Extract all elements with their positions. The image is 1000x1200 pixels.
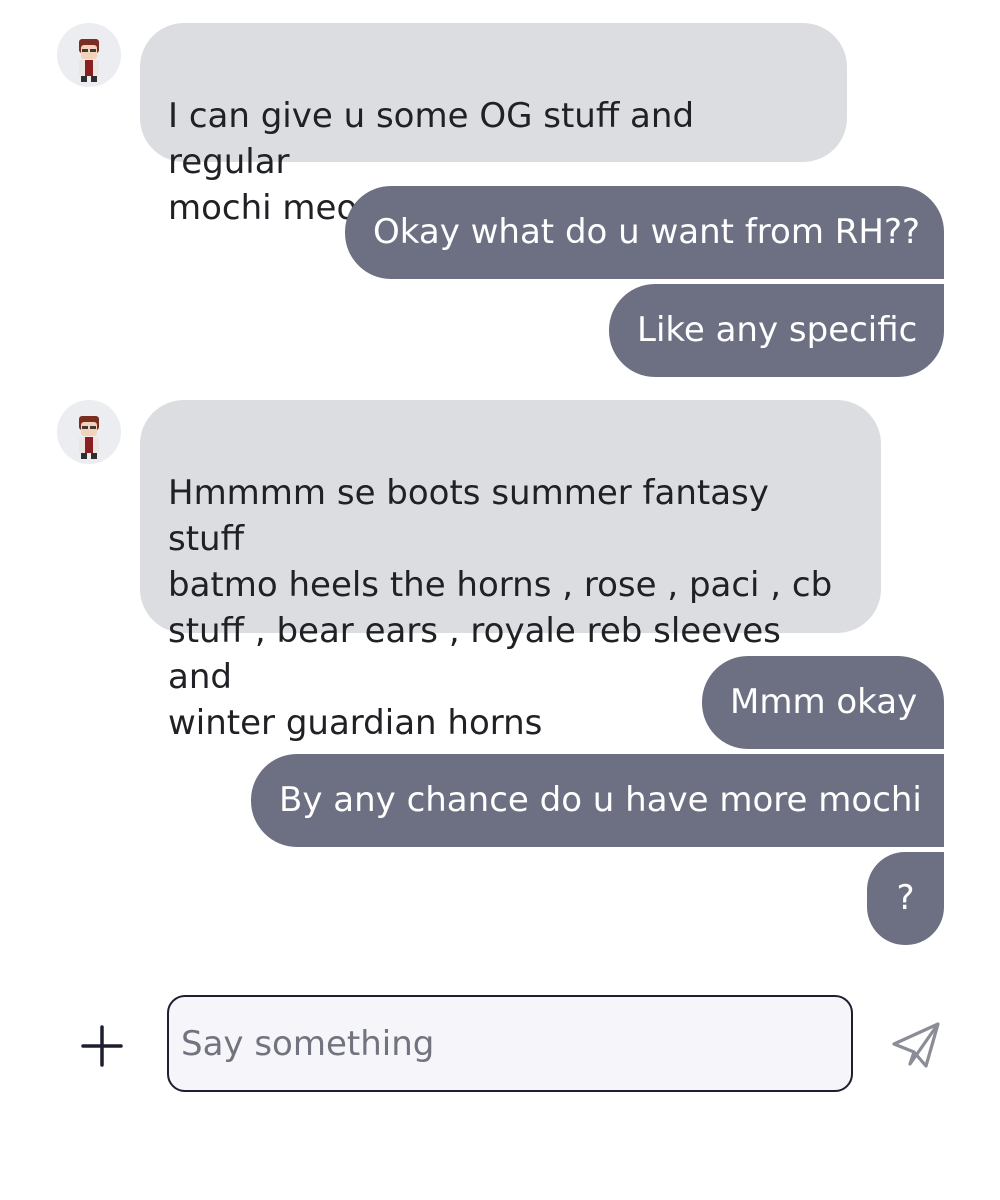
add-attachment-button[interactable] — [80, 1024, 124, 1068]
contact-avatar[interactable] — [57, 400, 121, 464]
message-bubble-incoming[interactable]: Hmmmm se boots summer fantasy stuff batm… — [140, 400, 881, 743]
message-bubble-outgoing[interactable]: Okay what do u want from RH?? — [345, 186, 944, 279]
message-bubble-outgoing[interactable]: Like any specific — [609, 284, 944, 377]
contact-avatar[interactable] — [57, 23, 121, 87]
avatar-character-icon — [57, 23, 121, 87]
message-bubble-outgoing[interactable]: By any chance do u have more mochi — [251, 754, 944, 847]
message-text: ? — [896, 878, 915, 918]
message-bubble-outgoing[interactable]: ? — [867, 852, 944, 945]
message-text: Mmm okay — [730, 682, 918, 722]
send-button[interactable] — [888, 1018, 944, 1072]
message-text: Okay what do u want from RH?? — [373, 212, 921, 252]
message-text: By any chance do u have more mochi — [279, 780, 922, 820]
plus-icon — [81, 1025, 123, 1067]
avatar-character-icon — [57, 400, 121, 464]
message-text: Like any specific — [637, 310, 918, 350]
message-bubble-outgoing[interactable]: Mmm okay — [702, 656, 944, 749]
message-input[interactable] — [167, 995, 853, 1092]
message-bubble-incoming[interactable]: I can give u some OG stuff and regular m… — [140, 23, 847, 228]
paper-plane-icon — [892, 1022, 940, 1068]
